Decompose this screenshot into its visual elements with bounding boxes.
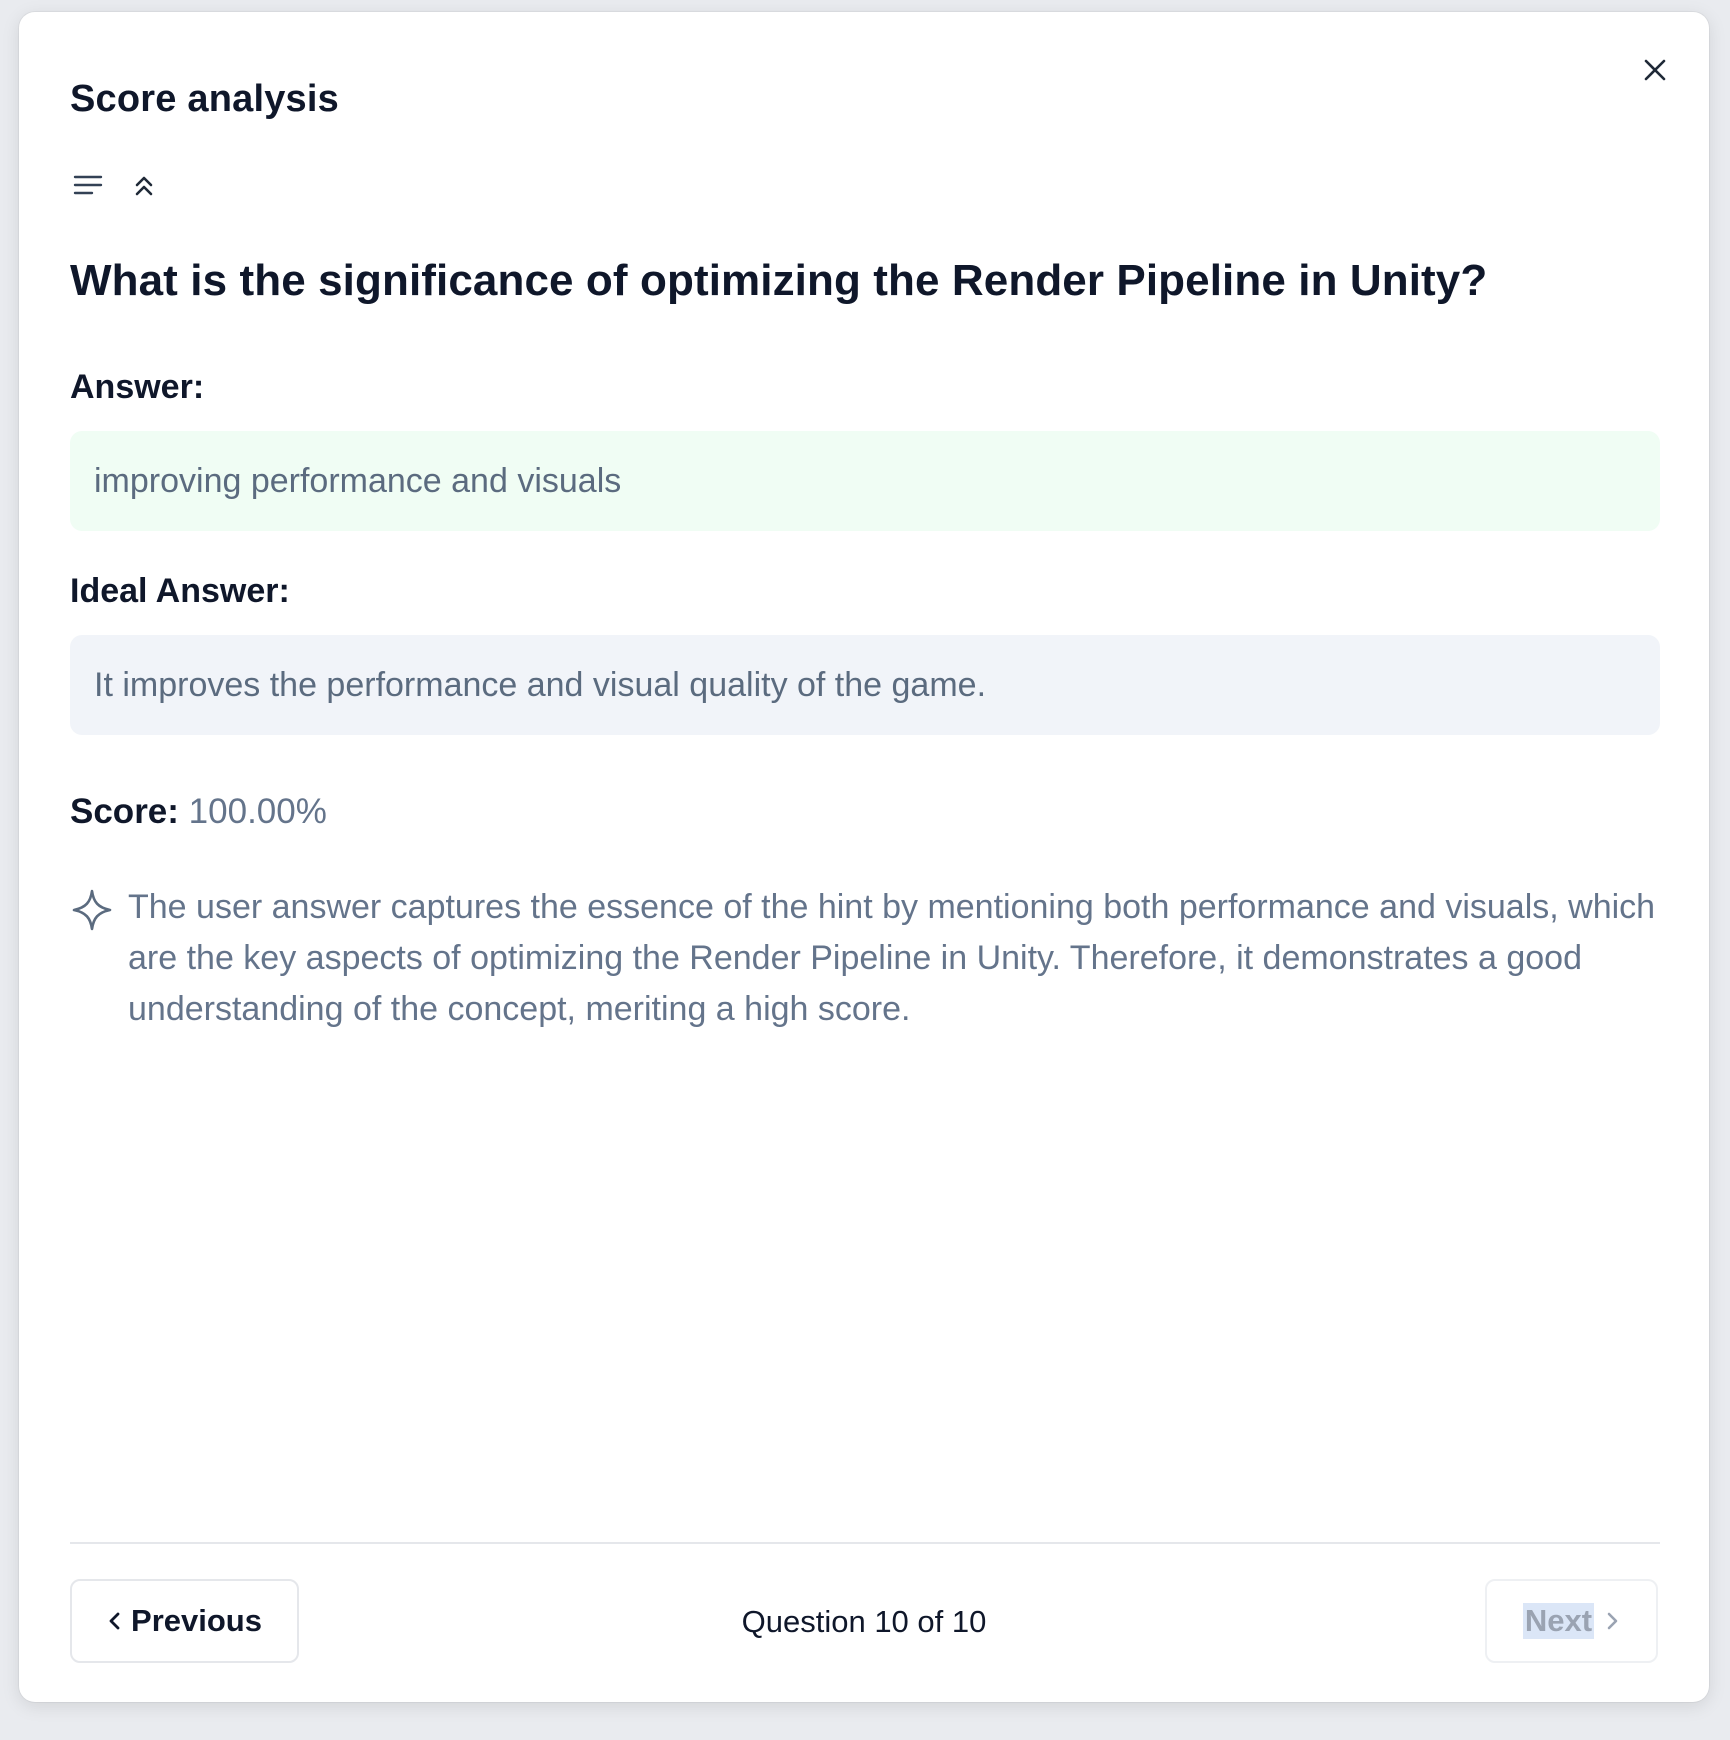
chevrons-up-icon bbox=[135, 176, 153, 196]
score-value: 100.00% bbox=[188, 792, 327, 831]
score-label: Score: bbox=[70, 792, 179, 831]
view-toolbar bbox=[70, 168, 162, 204]
score-analysis-dialog: Score analysis What is the significance … bbox=[19, 12, 1709, 1702]
next-button[interactable]: Next bbox=[1485, 1579, 1658, 1663]
ideal-answer-label: Ideal Answer: bbox=[70, 572, 290, 610]
answer-label: Answer: bbox=[70, 368, 205, 406]
question-pager: Question 10 of 10 bbox=[741, 1604, 987, 1639]
explanation-text: The user answer captures the essence of … bbox=[128, 888, 1656, 1028]
sparkle-icon bbox=[72, 889, 112, 931]
collapse-button[interactable] bbox=[126, 168, 162, 204]
chevron-right-icon bbox=[1607, 1612, 1618, 1630]
score-explanation: The user answer captures the essence of … bbox=[70, 888, 1670, 1035]
align-left-button[interactable] bbox=[70, 168, 106, 204]
close-button[interactable] bbox=[1635, 50, 1675, 90]
user-answer-text: improving performance and visuals bbox=[94, 461, 622, 500]
ideal-answer-box: It improves the performance and visual q… bbox=[70, 635, 1660, 735]
dialog-title: Score analysis bbox=[70, 78, 339, 120]
ideal-answer-text: It improves the performance and visual q… bbox=[94, 665, 987, 704]
close-icon bbox=[1644, 59, 1666, 81]
score-line: Score: 100.00% bbox=[70, 792, 327, 832]
question-heading: What is the significance of optimizing t… bbox=[70, 256, 1488, 305]
align-left-icon bbox=[73, 175, 103, 195]
next-label: Next bbox=[1522, 1603, 1595, 1639]
user-answer-box: improving performance and visuals bbox=[70, 431, 1660, 531]
footer-divider bbox=[70, 1542, 1660, 1544]
